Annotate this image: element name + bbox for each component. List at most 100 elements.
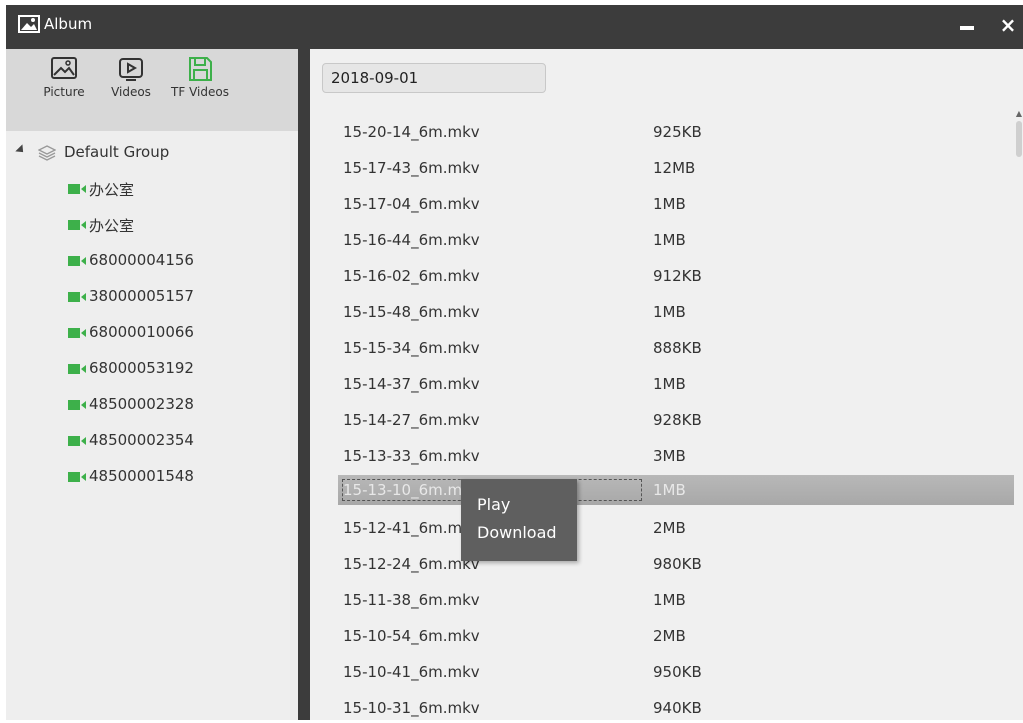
file-row[interactable]: 15-17-04_6m.mkv 1MB [338, 189, 1014, 219]
tree-group-default[interactable]: Default Group [6, 141, 298, 165]
camera-label: 68000010066 [89, 323, 194, 341]
file-size: 1MB [653, 231, 686, 249]
camera-label: 办公室 [89, 181, 135, 199]
file-row[interactable]: 15-12-24_6m.mkv 980KB [338, 549, 1014, 579]
file-row[interactable]: 15-14-37_6m.mkv 1MB [338, 369, 1014, 399]
menu-item-play[interactable]: Play [477, 495, 510, 514]
file-size: 888KB [653, 339, 702, 357]
save-disk-icon [189, 57, 212, 81]
file-name: 15-11-38_6m.mkv [343, 591, 480, 609]
scroll-up-arrow-icon[interactable]: ▲ [1015, 109, 1023, 119]
file-name: 15-10-54_6m.mkv [343, 627, 480, 645]
file-size: 3MB [653, 447, 686, 465]
picture-button[interactable]: Picture [34, 55, 94, 99]
camera-label: 办公室 [89, 217, 135, 235]
camera-icon [68, 220, 86, 230]
camera-label: 48500002354 [89, 431, 194, 449]
media-toolbar: Picture Videos TF Videos [6, 49, 298, 131]
file-row[interactable]: 15-15-48_6m.mkv 1MB [338, 297, 1014, 327]
file-name: 15-10-31_6m.mkv [343, 699, 480, 717]
file-name: 15-15-48_6m.mkv [343, 303, 480, 321]
camera-label: 48500001548 [89, 467, 194, 485]
tree-camera-item[interactable]: 68000010066 [6, 321, 298, 345]
tree-camera-item[interactable]: 68000053192 [6, 357, 298, 381]
file-row[interactable]: 15-16-44_6m.mkv 1MB [338, 225, 1014, 255]
tree-camera-item[interactable]: 38000005157 [6, 285, 298, 309]
expand-arrow-icon[interactable] [15, 144, 27, 156]
camera-label: 68000004156 [89, 251, 194, 269]
file-size: 1MB [653, 375, 686, 393]
scroll-thumb[interactable] [1016, 121, 1022, 157]
file-size: 1MB [653, 481, 686, 499]
file-name: 15-14-37_6m.mkv [343, 375, 480, 393]
tree-camera-item[interactable]: 48500002354 [6, 429, 298, 453]
image-icon [18, 15, 40, 33]
album-window: Album × Picture Videos TF Videos Default… [6, 5, 1023, 720]
file-row[interactable]: 15-20-14_6m.mkv 925KB [338, 117, 1014, 147]
file-row[interactable]: 15-10-31_6m.mkv 940KB [338, 693, 1014, 723]
video-play-icon [119, 58, 143, 81]
tf-videos-button[interactable]: TF Videos [162, 55, 238, 99]
sidebar: Picture Videos TF Videos Default Group 办… [6, 49, 298, 720]
file-row[interactable]: 15-10-41_6m.mkv 950KB [338, 657, 1014, 687]
camera-icon [68, 436, 86, 446]
minimize-button[interactable] [956, 13, 980, 37]
file-size: 1MB [653, 195, 686, 213]
tree-camera-item[interactable]: 48500002328 [6, 393, 298, 417]
group-label: Default Group [64, 143, 170, 161]
file-name: 15-13-33_6m.mkv [343, 447, 480, 465]
file-name: 15-12-24_6m.mkv [343, 555, 480, 573]
file-row[interactable]: 15-12-41_6m.mkv 2MB [338, 513, 1014, 543]
file-size: 925KB [653, 123, 702, 141]
picture-icon [51, 57, 77, 79]
tree-camera-item[interactable]: 办公室 [6, 177, 298, 201]
file-size: 1MB [653, 303, 686, 321]
file-name: 15-16-02_6m.mkv [343, 267, 480, 285]
camera-label: 38000005157 [89, 287, 194, 305]
context-menu: Play Download [461, 479, 577, 561]
videos-button[interactable]: Videos [96, 55, 166, 99]
file-size: 980KB [653, 555, 702, 573]
file-size: 912KB [653, 267, 702, 285]
close-button[interactable]: × [996, 13, 1020, 37]
file-name: 15-12-41_6m.mkv [343, 519, 480, 537]
date-picker[interactable]: 2018-09-01 [322, 63, 546, 93]
camera-icon [68, 472, 86, 482]
file-row[interactable]: 15-11-38_6m.mkv 1MB [338, 585, 1014, 615]
file-size: 1MB [653, 591, 686, 609]
file-name: 15-10-41_6m.mkv [343, 663, 480, 681]
file-panel: 2018-09-01 15-20-14_6m.mkv 925KB 15-17-43… [310, 49, 1023, 720]
file-row[interactable]: 15-13-33_6m.mkv 3MB [338, 441, 1014, 471]
camera-icon [68, 400, 86, 410]
tree-camera-item[interactable]: 68000004156 [6, 249, 298, 273]
camera-label: 48500002328 [89, 395, 194, 413]
tree-camera-item[interactable]: 办公室 [6, 213, 298, 237]
videos-label: Videos [111, 85, 151, 99]
file-size: 2MB [653, 627, 686, 645]
camera-icon [68, 256, 86, 266]
file-size: 12MB [653, 159, 696, 177]
window-title: Album [44, 15, 93, 33]
file-size: 928KB [653, 411, 702, 429]
file-name: 15-15-34_6m.mkv [343, 339, 480, 357]
scrollbar[interactable]: ▲ [1015, 109, 1023, 720]
file-row[interactable]: 15-17-43_6m.mkv 12MB [338, 153, 1014, 183]
title-bar: Album × [6, 5, 1023, 49]
menu-item-download[interactable]: Download [477, 523, 557, 542]
file-row[interactable]: 15-14-27_6m.mkv 928KB [338, 405, 1014, 435]
file-name: 15-20-14_6m.mkv [343, 123, 480, 141]
file-size: 950KB [653, 663, 702, 681]
picture-label: Picture [43, 85, 85, 99]
file-name: 15-14-27_6m.mkv [343, 411, 480, 429]
file-name: 15-17-04_6m.mkv [343, 195, 480, 213]
camera-icon [68, 328, 86, 338]
file-row[interactable]: 15-16-02_6m.mkv 912KB [338, 261, 1014, 291]
file-name: 15-13-10_6m.mkv [343, 481, 480, 499]
file-row[interactable]: 15-10-54_6m.mkv 2MB [338, 621, 1014, 651]
tree-camera-item[interactable]: 48500001548 [6, 465, 298, 489]
file-row-selected[interactable]: 15-13-10_6m.mkv 1MB [338, 475, 1014, 505]
file-name: 15-16-44_6m.mkv [343, 231, 480, 249]
camera-icon [68, 364, 86, 374]
file-name: 15-17-43_6m.mkv [343, 159, 480, 177]
file-row[interactable]: 15-15-34_6m.mkv 888KB [338, 333, 1014, 363]
